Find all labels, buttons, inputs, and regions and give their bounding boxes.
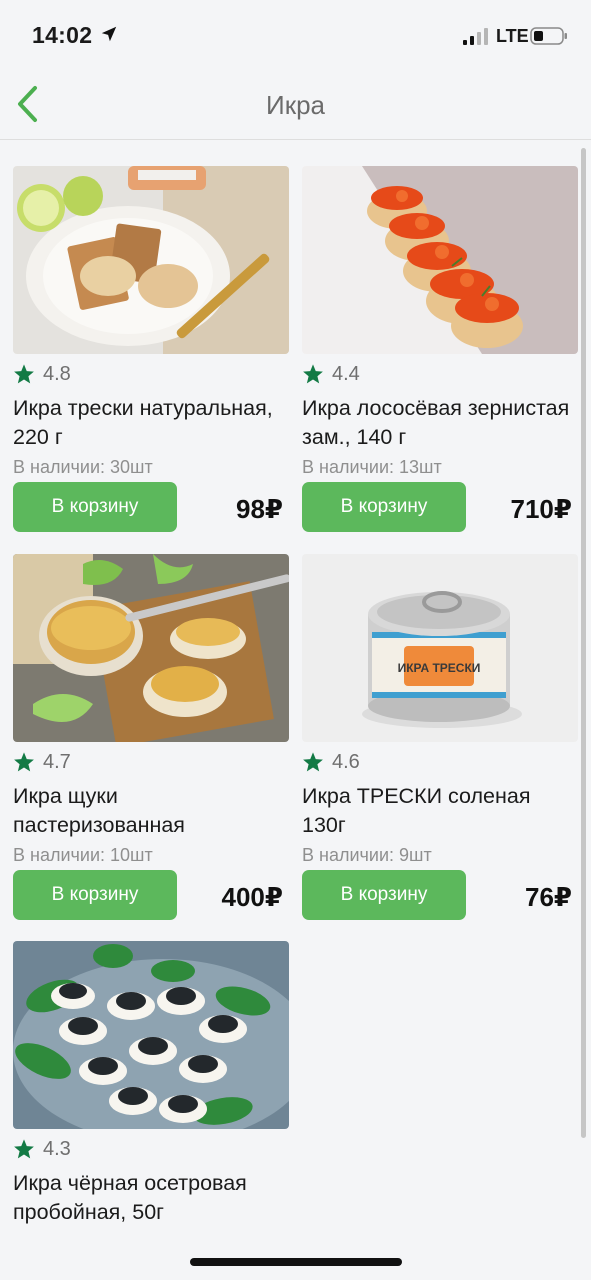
home-indicator[interactable] [190,1258,402,1266]
rating: 4.6 [302,750,580,774]
can-label-text: ИКРА ТРЕСКИ [398,661,481,675]
stock-status: В наличии: 13шт [302,457,442,477]
add-to-cart-button[interactable]: В корзину [302,482,466,532]
stock-status: В наличии: 10шт [13,845,153,865]
product-image[interactable] [302,166,578,354]
rating-value: 4.4 [332,362,360,385]
star-icon [14,752,34,772]
star-icon [303,752,323,772]
rating: 4.4 [302,362,580,386]
product-price: 710₽ [510,494,572,524]
star-icon [14,364,34,384]
rating-value: 4.3 [43,1137,71,1160]
product-image[interactable] [13,554,289,742]
rating-value: 4.6 [332,750,360,773]
product-image[interactable]: ИКРА ТРЕСКИ [302,554,578,742]
product-price: 76₽ [524,882,572,912]
navigation-bar: Икра [0,70,591,140]
product-card[interactable]: 4.7 Икра щуки пастеризованная В наличии:… [13,554,291,920]
star-icon [303,364,323,384]
product-grid: 4.8 Икра трески натуральная, 220 г В нал… [0,141,591,1280]
signal-icon [463,28,488,45]
buy-row: В корзину 710₽ [302,482,580,532]
product-name[interactable]: Икра лососёвая зернистая зам., 140 г [302,394,580,452]
product-image[interactable] [13,941,289,1129]
star-icon [14,1139,34,1159]
buy-row: В корзину 98₽ [13,482,291,532]
rating: 4.8 [13,362,291,386]
rating-value: 4.7 [43,750,71,773]
stock-status: В наличии: 30шт [13,457,153,477]
black-caviar-eggs-image [13,941,289,1129]
status-bar: 14:02 LTE [0,0,591,70]
product-card[interactable]: 4.4 Икра лососёвая зернистая зам., 140 г… [302,166,580,532]
product-name[interactable]: Икра трески натуральная, 220 г [13,394,291,452]
add-to-cart-button[interactable]: В корзину [13,870,177,920]
product-name[interactable]: Икра ТРЕСКИ соленая 130г [302,782,580,840]
cod-roe-crackers-image [13,166,289,354]
product-name[interactable]: Икра щуки пастеризованная [13,782,291,840]
page-title: Икра [266,90,325,120]
rating-value: 4.8 [43,362,71,385]
rating: 4.3 [13,1137,291,1161]
product-card[interactable]: ИКРА ТРЕСКИ 4.6 Икра ТРЕСКИ соленая 130г… [302,554,580,920]
product-name[interactable]: Икра чёрная осетровая пробойная, 50г [13,1169,291,1227]
rating: 4.7 [13,750,291,774]
buy-row: В корзину 400₽ [13,870,291,920]
battery-icon [530,27,567,45]
product-price: 400₽ [221,882,283,912]
stock-status: В наличии: 9шт [302,845,432,865]
salmon-caviar-tartlets-image [302,166,578,354]
scrollbar[interactable] [581,148,586,1138]
product-image[interactable] [13,166,289,354]
add-to-cart-button[interactable]: В корзину [302,870,466,920]
product-card[interactable]: 4.8 Икра трески натуральная, 220 г В нал… [13,166,291,532]
status-time: 14:02 [32,22,93,48]
buy-row: В корзину 76₽ [302,870,580,920]
pike-caviar-image [13,554,289,742]
add-to-cart-button[interactable]: В корзину [13,482,177,532]
cod-roe-can-image: ИКРА ТРЕСКИ [302,554,578,742]
network-type: LTE [496,26,529,46]
product-price: 98₽ [235,494,283,524]
location-arrow-icon [101,26,117,42]
product-card[interactable]: 4.3 Икра чёрная осетровая пробойная, 50г [13,941,291,1227]
